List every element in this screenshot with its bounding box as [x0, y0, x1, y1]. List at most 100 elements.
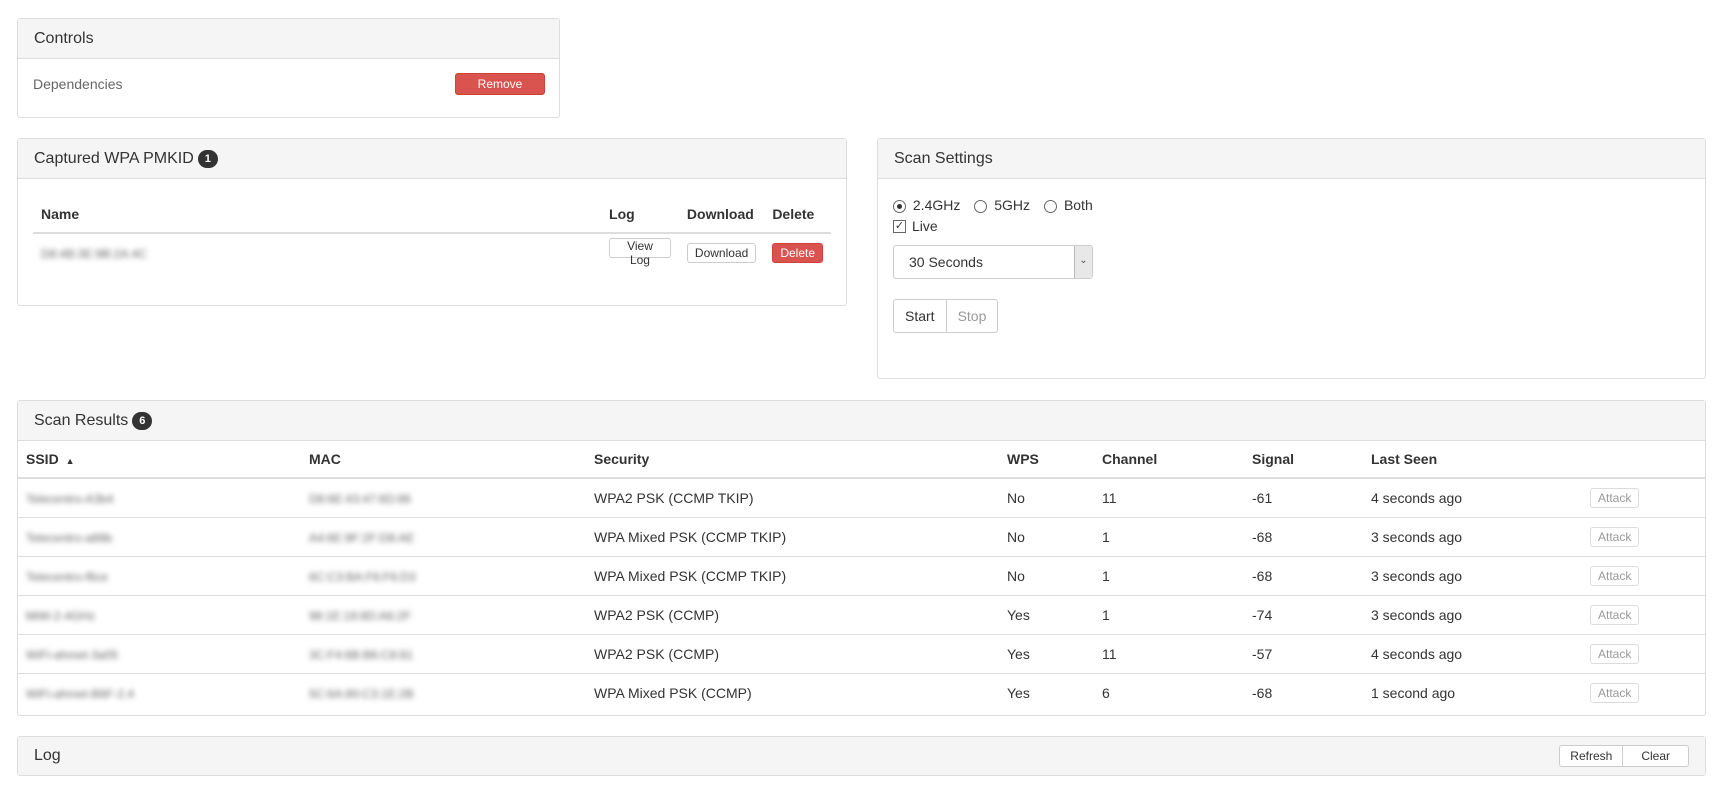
stop-button[interactable]: Stop	[946, 299, 999, 333]
log-panel: Log Refresh Clear	[17, 736, 1706, 776]
scan-settings-title: Scan Settings	[894, 149, 993, 167]
sort-ascending-icon: ▲	[65, 456, 75, 466]
last-seen-cell: 3 seconds ago	[1363, 517, 1582, 557]
column-header-channel[interactable]: Channel	[1094, 441, 1244, 479]
security-cell: WPA2 PSK (CCMP)	[586, 634, 999, 674]
live-checkbox[interactable]: ✓	[893, 219, 906, 233]
last-seen-cell: 4 seconds ago	[1363, 634, 1582, 674]
dependencies-label: Dependencies	[33, 76, 123, 92]
scan-button-group: Start Stop	[893, 299, 1690, 333]
wps-cell: No	[999, 517, 1094, 557]
table-row: Telecentro-f6ce 6C:C3:BA:F6:F6:D3 WPA Mi…	[18, 556, 1705, 596]
remove-button[interactable]: Remove	[455, 73, 545, 95]
band-option-label: Both	[1063, 197, 1093, 213]
ssid-cell: MiW-2-4GHz	[26, 608, 96, 623]
mac-cell: 3C:F4:6B:B6:C8:81	[309, 647, 414, 662]
duration-value: 30 Seconds	[909, 254, 983, 270]
column-header-action	[1582, 441, 1705, 479]
captured-row: D8:4B:3E:9B:2A:4C View Log Download Dele…	[33, 233, 831, 271]
radio-both[interactable]	[1044, 199, 1058, 213]
last-seen-cell: 4 seconds ago	[1363, 478, 1582, 518]
table-row: WiFi-ahmet-3a05 3C:F4:6B:B6:C8:81 WPA2 P…	[18, 634, 1705, 674]
attack-button[interactable]: Attack	[1590, 643, 1640, 664]
live-label: Live	[912, 218, 938, 234]
last-seen-cell: 1 second ago	[1371, 684, 1456, 701]
channel-cell: 11	[1094, 634, 1244, 674]
last-seen-cell: 3 seconds ago	[1363, 556, 1582, 596]
band-option-both[interactable]: Both	[1044, 197, 1093, 213]
channel-cell: 11	[1094, 478, 1244, 518]
wps-cell: Yes	[999, 634, 1094, 674]
captured-panel: Captured WPA PMKID 1 Name Log Download D…	[17, 138, 847, 306]
wps-cell: Yes	[1007, 684, 1030, 701]
captured-count-badge: 1	[197, 149, 218, 168]
start-button[interactable]: Start	[893, 299, 947, 333]
attack-button[interactable]: Attack	[1590, 682, 1640, 703]
download-button[interactable]: Download	[686, 242, 757, 263]
ssid-cell: Telecentro-A3b4	[26, 491, 114, 506]
scan-results-count-badge: 6	[132, 411, 153, 430]
attack-button[interactable]: Attack	[1590, 526, 1640, 547]
column-header-wps[interactable]: WPS	[999, 441, 1094, 479]
column-header-ssid[interactable]: SSID ▲	[18, 441, 301, 479]
security-cell: WPA Mixed PSK (CCMP TKIP)	[586, 517, 999, 557]
column-header-delete: Delete	[764, 195, 831, 234]
band-option-5ghz[interactable]: 5GHz	[974, 197, 1030, 213]
scan-results-title: Scan Results	[34, 411, 129, 429]
view-log-button[interactable]: View Log	[609, 238, 671, 267]
captured-table: Name Log Download Delete D8:4B:3E:9B:2A:…	[33, 195, 831, 271]
column-header-signal[interactable]: Signal	[1244, 441, 1363, 479]
security-cell: WPA2 PSK (CCMP)	[586, 595, 999, 635]
column-header-security[interactable]: Security	[586, 441, 999, 479]
captured-title: Captured WPA PMKID	[34, 149, 194, 167]
captured-heading: Captured WPA PMKID 1	[18, 139, 846, 179]
live-checkbox-row[interactable]: ✓ Live	[893, 215, 1690, 237]
column-header-download: Download	[678, 195, 765, 234]
signal-cell: -57	[1244, 634, 1363, 674]
log-button-group: Refresh Clear	[1559, 745, 1689, 767]
signal-cell: -74	[1244, 595, 1363, 635]
scan-results-table: SSID ▲ MAC Security WPS Channel Signal L…	[18, 441, 1705, 712]
radio-5ghz[interactable]	[974, 199, 988, 213]
duration-select[interactable]: 30 Seconds ⌄	[893, 245, 1093, 279]
signal-cell: -68	[1252, 684, 1273, 701]
column-header-last-seen[interactable]: Last Seen	[1363, 441, 1582, 479]
band-option-label: 5GHz	[994, 197, 1031, 213]
band-option-2-4ghz[interactable]: 2.4GHz	[893, 197, 960, 213]
log-title: Log	[34, 747, 61, 764]
ssid-cell: Telecentro-a88b	[26, 530, 113, 545]
ssid-cell: Telecentro-f6ce	[26, 569, 109, 584]
mac-cell: D8:6E:43:47:6D:86	[309, 491, 412, 506]
mac-cell: 5C:6A:80:C3:1E:2B	[309, 686, 414, 701]
chevron-down-icon[interactable]: ⌄	[1074, 246, 1092, 278]
controls-panel: Controls Dependencies Remove	[17, 18, 560, 118]
channel-cell: 6	[1102, 684, 1110, 701]
attack-button[interactable]: Attack	[1590, 487, 1640, 508]
mac-cell: A4:6E:9F:2F:D8:AE	[309, 530, 415, 545]
wps-cell: Yes	[999, 595, 1094, 635]
channel-cell: 1	[1094, 517, 1244, 557]
column-header-mac[interactable]: MAC	[301, 441, 586, 479]
column-header-log: Log	[601, 195, 679, 234]
security-cell: WPA2 PSK (CCMP TKIP)	[586, 478, 999, 518]
scan-results-panel: Scan Results 6 SSID ▲ MAC Security WPS C…	[17, 400, 1706, 716]
table-row: MiW-2-4GHz 98:1E:19:8D:A6:2F WPA2 PSK (C…	[18, 595, 1705, 635]
scan-settings-panel: Scan Settings 2.4GHz 5GHz Both ✓ Live 30…	[877, 138, 1706, 379]
radio-2-4ghz[interactable]	[893, 199, 906, 213]
refresh-button[interactable]: Refresh	[1559, 745, 1624, 767]
wps-cell: No	[999, 556, 1094, 596]
attack-button[interactable]: Attack	[1590, 565, 1640, 586]
ssid-cell: WiFi-ahmet-3a05	[26, 647, 119, 662]
signal-cell: -68	[1244, 517, 1363, 557]
mac-cell: 6C:C3:BA:F6:F6:D3	[309, 569, 416, 584]
table-row: Telecentro-A3b4 D8:6E:43:47:6D:86 WPA2 P…	[18, 478, 1705, 518]
log-heading: Log Refresh Clear	[18, 737, 1705, 775]
last-seen-cell: 3 seconds ago	[1363, 595, 1582, 635]
delete-button[interactable]: Delete	[772, 242, 823, 263]
security-cell: WPA Mixed PSK (CCMP)	[594, 684, 752, 701]
channel-cell: 1	[1094, 556, 1244, 596]
security-cell: WPA Mixed PSK (CCMP TKIP)	[586, 556, 999, 596]
controls-heading: Controls	[18, 19, 559, 59]
attack-button[interactable]: Attack	[1590, 604, 1640, 625]
clear-button[interactable]: Clear	[1623, 745, 1689, 767]
